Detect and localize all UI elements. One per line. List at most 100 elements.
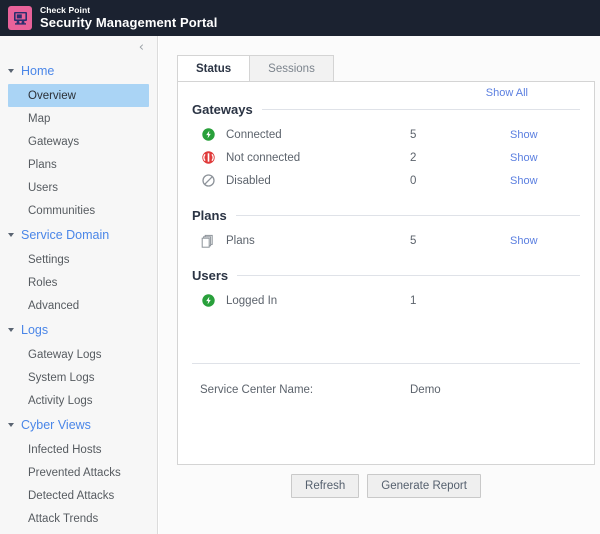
sidebar-item-roles[interactable]: Roles bbox=[0, 271, 157, 294]
section-rule bbox=[262, 109, 580, 110]
caret-down-icon bbox=[8, 69, 14, 73]
sidebar-collapse-row: ‹ bbox=[0, 36, 157, 58]
status-disabled-icon bbox=[200, 173, 216, 189]
sidebar-item-label: System Logs bbox=[28, 372, 94, 384]
section-title: Gateways bbox=[192, 102, 262, 117]
sidebar-item-communities[interactable]: Communities bbox=[0, 199, 157, 222]
show-link[interactable]: Show bbox=[510, 129, 538, 141]
sidebar-item-advanced[interactable]: Advanced bbox=[0, 294, 157, 317]
show-link[interactable]: Show bbox=[510, 235, 538, 247]
check-point-logo-icon bbox=[8, 6, 32, 30]
section-header-plans: Plans bbox=[192, 208, 580, 223]
sidebar-group-label: Cyber Views bbox=[21, 418, 91, 432]
service-center-label: Service Center Name: bbox=[200, 384, 313, 396]
show-all-link[interactable]: Show All bbox=[486, 87, 528, 99]
tab-sessions[interactable]: Sessions bbox=[249, 55, 334, 81]
sidebar-item-infected-hosts[interactable]: Infected Hosts bbox=[0, 438, 157, 461]
sidebar-group-label: Service Domain bbox=[21, 228, 109, 242]
sidebar-group-logs[interactable]: Logs bbox=[0, 317, 157, 343]
status-row: Not connected 2 Show bbox=[192, 146, 580, 169]
sidebar-item-label: Activity Logs bbox=[28, 395, 93, 407]
status-row-value: 5 bbox=[410, 129, 416, 141]
service-center-row: Service Center Name: Demo bbox=[192, 379, 580, 401]
sidebar-item-detected-attacks[interactable]: Detected Attacks bbox=[0, 484, 157, 507]
brand-block: Check Point Security Management Portal bbox=[40, 6, 217, 30]
caret-down-icon bbox=[8, 328, 14, 332]
main-content: Status Sessions Show All Gateways Connecte… bbox=[159, 36, 600, 534]
app-header: Check Point Security Management Portal bbox=[0, 0, 600, 36]
sections-container: Gateways Connected 5 Show Not connected 2 Show… bbox=[178, 102, 594, 312]
sidebar-item-label: Attack Trends bbox=[28, 513, 98, 525]
section-title: Plans bbox=[192, 208, 236, 223]
service-center-value: Demo bbox=[410, 384, 441, 396]
sidebar-group-label: Logs bbox=[21, 323, 48, 337]
status-row-value: 5 bbox=[410, 235, 416, 247]
sidebar-item-label: Communities bbox=[28, 205, 95, 217]
status-row-label: Connected bbox=[226, 129, 282, 141]
status-row-label: Logged In bbox=[226, 295, 277, 307]
sidebar-item-label: Map bbox=[28, 113, 50, 125]
refresh-button[interactable]: Refresh bbox=[291, 474, 359, 498]
sidebar-item-system-logs[interactable]: System Logs bbox=[0, 366, 157, 389]
section-rule bbox=[236, 215, 580, 216]
tab-label: Sessions bbox=[268, 63, 315, 75]
sidebar-item-map[interactable]: Map bbox=[0, 107, 157, 130]
sidebar-group-label: Home bbox=[21, 64, 54, 78]
sidebar-group-home[interactable]: Home bbox=[0, 58, 157, 84]
show-link[interactable]: Show bbox=[510, 152, 538, 164]
brand-product: Security Management Portal bbox=[40, 16, 217, 30]
status-row-value: 2 bbox=[410, 152, 416, 164]
status-row: Disabled 0 Show bbox=[192, 169, 580, 192]
sidebar-item-label: Detected Attacks bbox=[28, 490, 114, 502]
tab-strip: Status Sessions bbox=[177, 55, 334, 81]
sidebar-nav: Home Overview Map Gateways Plans Users Communi… bbox=[0, 58, 157, 530]
sidebar-item-overview[interactable]: Overview bbox=[8, 84, 149, 107]
sidebar-item-plans[interactable]: Plans bbox=[0, 153, 157, 176]
sidebar-item-users[interactable]: Users bbox=[0, 176, 157, 199]
sidebar-item-settings[interactable]: Settings bbox=[0, 248, 157, 271]
caret-down-icon bbox=[8, 233, 14, 237]
caret-down-icon bbox=[8, 423, 14, 427]
sidebar-item-gateways[interactable]: Gateways bbox=[0, 130, 157, 153]
action-button-bar: Refresh Generate Report bbox=[177, 474, 595, 498]
sidebar-item-activity-logs[interactable]: Activity Logs bbox=[0, 389, 157, 412]
sidebar-item-label: Gateway Logs bbox=[28, 349, 102, 361]
section-divider bbox=[192, 363, 580, 364]
show-all-row: Show All bbox=[178, 87, 594, 103]
chevron-left-icon[interactable]: ‹ bbox=[139, 41, 144, 54]
status-row-value: 1 bbox=[410, 295, 416, 307]
sidebar-item-attack-trends[interactable]: Attack Trends bbox=[0, 507, 157, 530]
section-title: Users bbox=[192, 268, 237, 283]
section-header-gateways: Gateways bbox=[192, 102, 580, 117]
status-row-value: 0 bbox=[410, 175, 416, 187]
sidebar-item-label: Advanced bbox=[28, 300, 79, 312]
status-row: Logged In 1 bbox=[192, 289, 580, 312]
sidebar-item-prevented-attacks[interactable]: Prevented Attacks bbox=[0, 461, 157, 484]
status-row-label: Not connected bbox=[226, 152, 300, 164]
show-link[interactable]: Show bbox=[510, 175, 538, 187]
sidebar-item-label: Settings bbox=[28, 254, 70, 266]
status-connected-icon bbox=[200, 127, 216, 143]
tab-label: Status bbox=[196, 63, 231, 75]
sidebar: ‹ Home Overview Map Gateways Plans Users Commu… bbox=[0, 36, 158, 534]
sidebar-item-gateway-logs[interactable]: Gateway Logs bbox=[0, 343, 157, 366]
tab-status[interactable]: Status bbox=[177, 55, 250, 81]
sidebar-item-label: Gateways bbox=[28, 136, 79, 148]
app-root: Check Point Security Management Portal ‹… bbox=[0, 0, 600, 534]
sidebar-item-label: Infected Hosts bbox=[28, 444, 102, 456]
sidebar-group-service-domain[interactable]: Service Domain bbox=[0, 222, 157, 248]
generate-report-button[interactable]: Generate Report bbox=[367, 474, 481, 498]
documents-icon bbox=[200, 233, 216, 249]
status-row: Plans 5 Show bbox=[192, 229, 580, 252]
section-rule bbox=[237, 275, 580, 276]
status-row-label: Disabled bbox=[226, 175, 271, 187]
status-not-connected-icon bbox=[200, 150, 216, 166]
sidebar-group-cyber-views[interactable]: Cyber Views bbox=[0, 412, 157, 438]
sidebar-item-label: Prevented Attacks bbox=[28, 467, 121, 479]
status-connected-icon bbox=[200, 293, 216, 309]
brand-company: Check Point bbox=[40, 6, 217, 15]
status-row: Connected 5 Show bbox=[192, 123, 580, 146]
status-row-label: Plans bbox=[226, 235, 255, 247]
sidebar-item-label: Users bbox=[28, 182, 58, 194]
sidebar-item-label: Roles bbox=[28, 277, 57, 289]
